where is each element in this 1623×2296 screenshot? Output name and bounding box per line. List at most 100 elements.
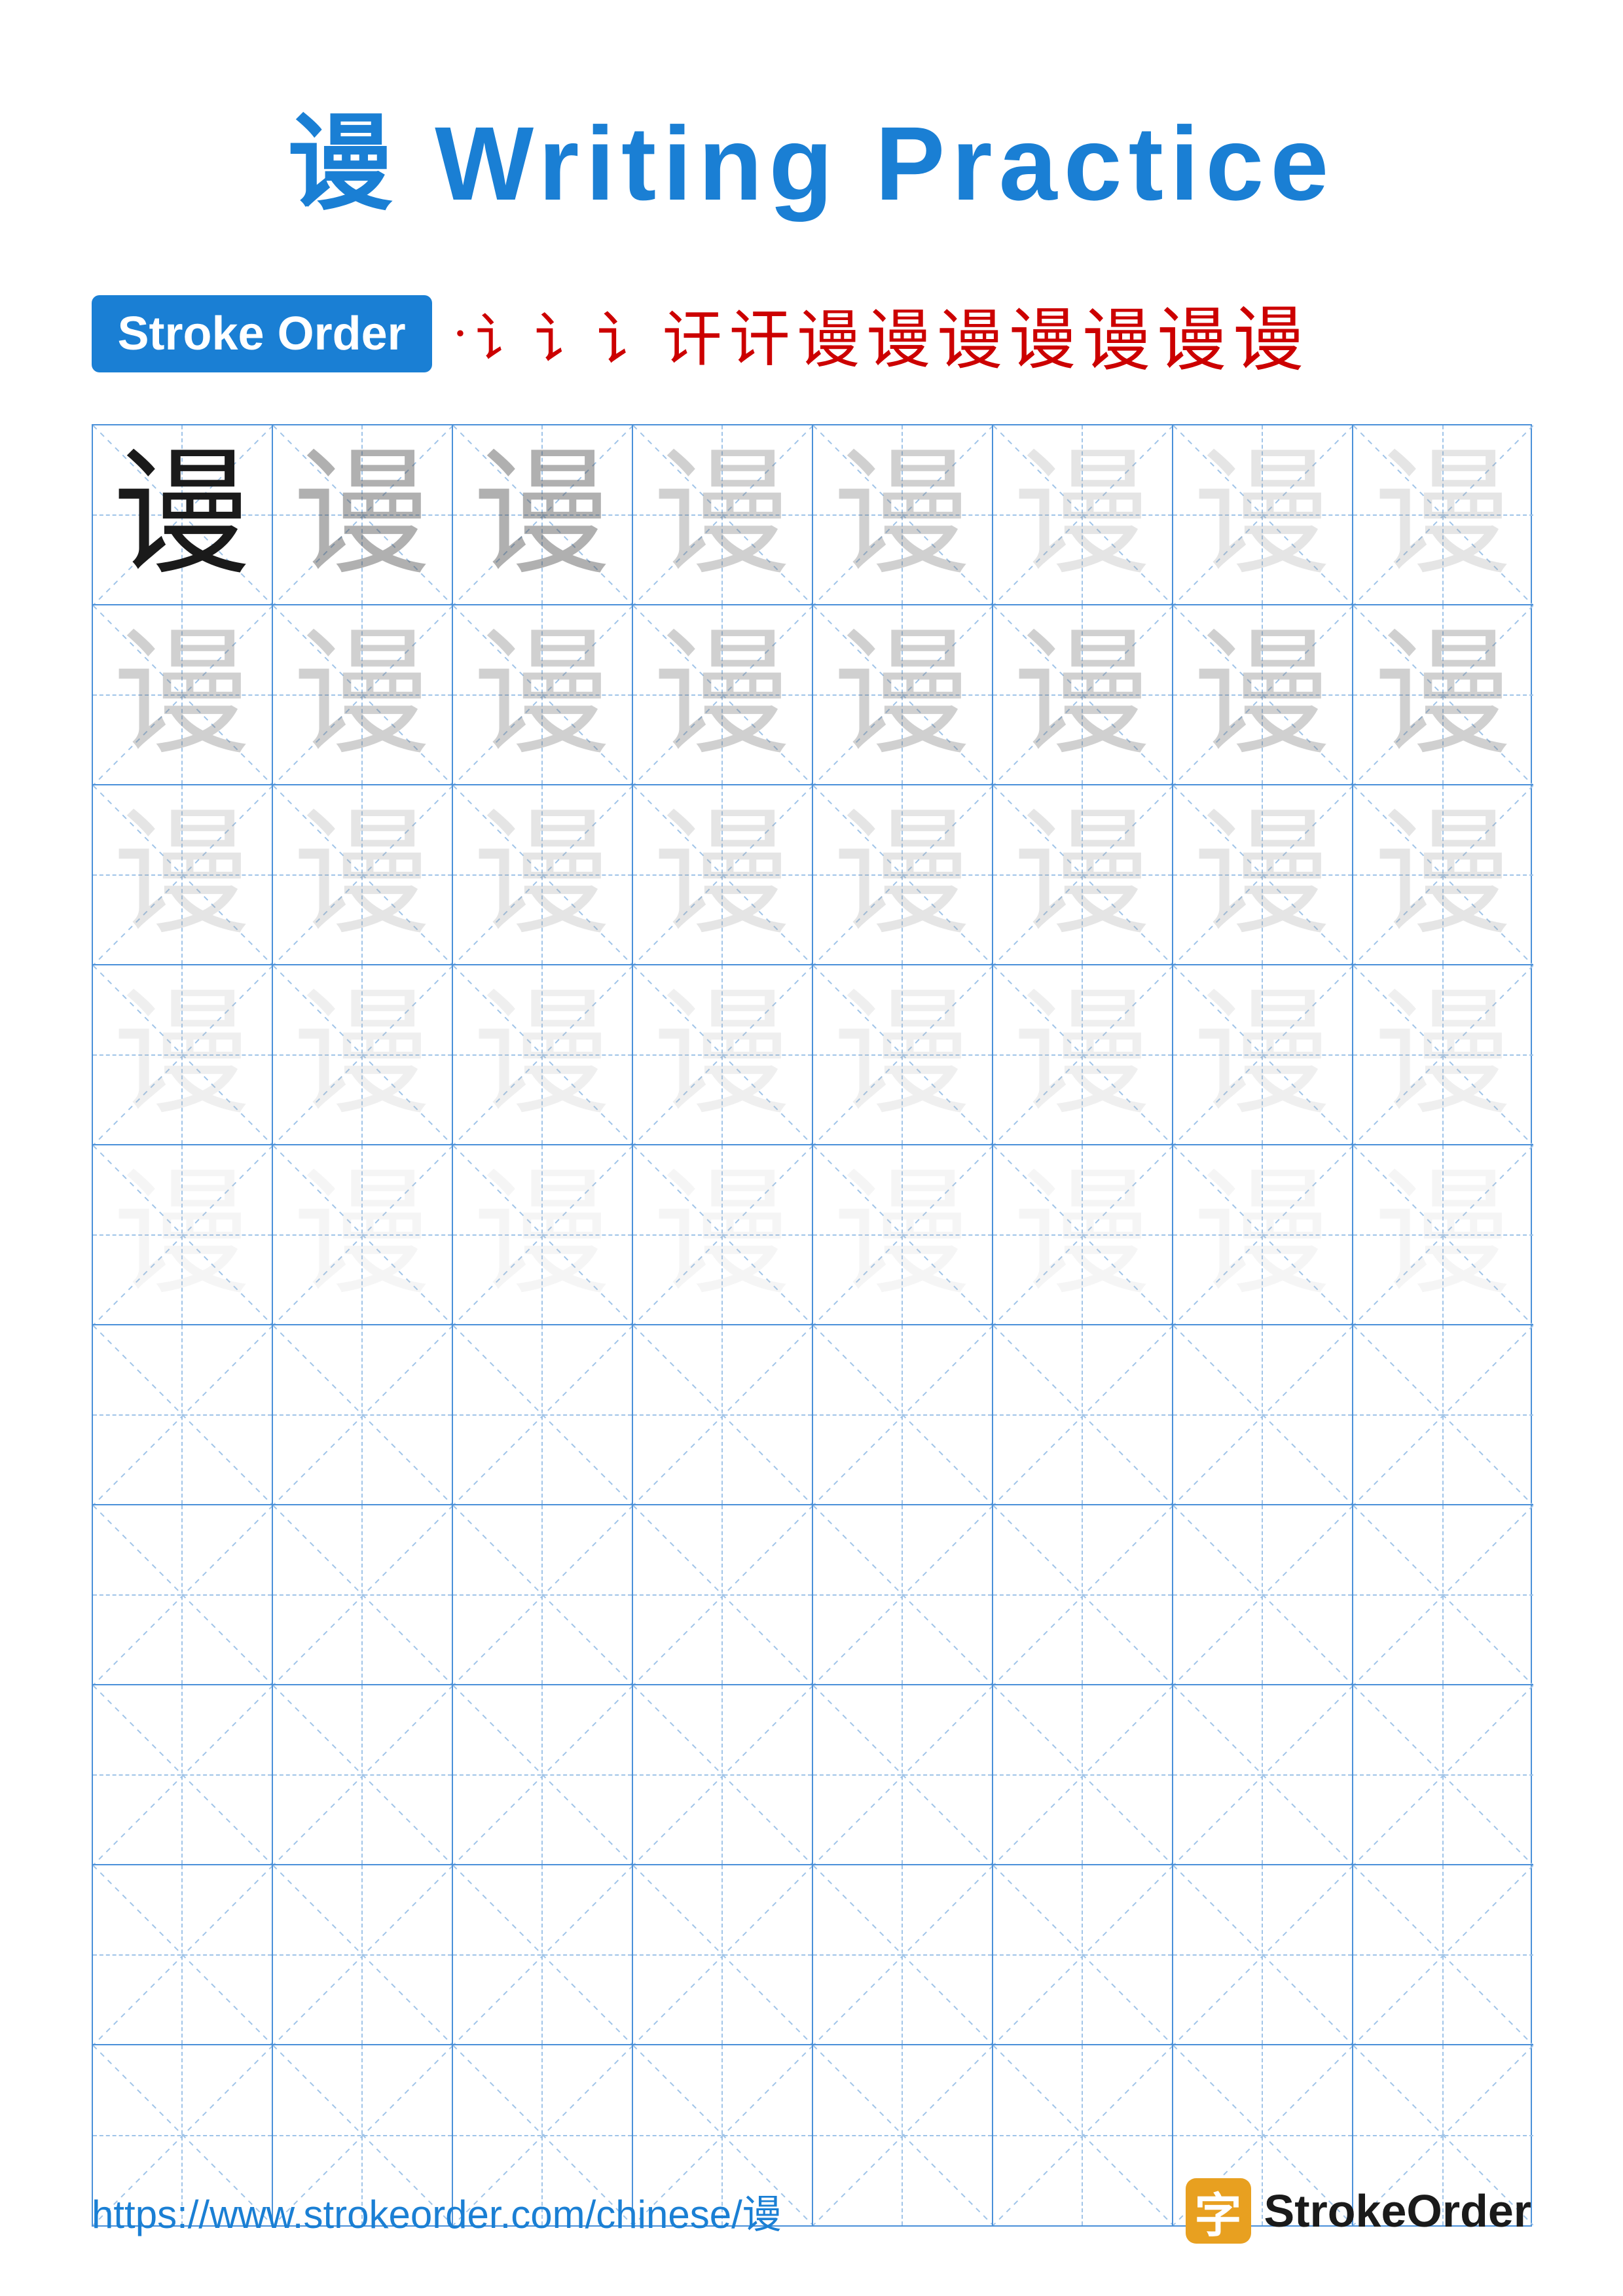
grid-cell[interactable]: 谩 bbox=[93, 1145, 273, 1325]
grid-cell[interactable]: 谩 bbox=[453, 965, 633, 1145]
grid-cell[interactable]: 谩 bbox=[93, 425, 273, 605]
grid-cell[interactable] bbox=[93, 1865, 273, 2045]
grid-cell[interactable]: 谩 bbox=[633, 965, 813, 1145]
brand-name: StrokeOrder bbox=[1264, 2185, 1531, 2237]
grid-cell[interactable] bbox=[93, 1685, 273, 1865]
practice-char: 谩 bbox=[1013, 806, 1151, 944]
practice-char: 谩 bbox=[1374, 446, 1512, 584]
practice-char: 谩 bbox=[113, 626, 251, 764]
grid-cell[interactable] bbox=[273, 1505, 453, 1685]
practice-char: 谩 bbox=[473, 1166, 611, 1304]
grid-cell[interactable]: 谩 bbox=[93, 785, 273, 965]
grid-cell[interactable]: 谩 bbox=[1173, 605, 1353, 785]
page-title: 谩 Writing Practice bbox=[288, 79, 1336, 230]
grid-cell[interactable] bbox=[93, 1325, 273, 1505]
grid-cell[interactable]: 谩 bbox=[1353, 605, 1533, 785]
grid-cell[interactable]: 谩 bbox=[273, 1145, 453, 1325]
grid-cell[interactable] bbox=[453, 1325, 633, 1505]
stroke-7: 谩 bbox=[797, 289, 860, 380]
grid-cell[interactable] bbox=[1353, 1865, 1533, 2045]
grid-cell[interactable] bbox=[633, 1505, 813, 1685]
grid-cell[interactable] bbox=[1353, 1325, 1533, 1505]
grid-cell[interactable] bbox=[813, 1325, 993, 1505]
grid-cell[interactable] bbox=[1173, 1865, 1353, 2045]
title-char: 谩 Writing Practice bbox=[288, 105, 1336, 222]
grid-cell[interactable] bbox=[633, 1685, 813, 1865]
practice-char: 谩 bbox=[1194, 626, 1331, 764]
grid-cell[interactable]: 谩 bbox=[453, 605, 633, 785]
grid-cell[interactable]: 谩 bbox=[993, 425, 1173, 605]
grid-cell[interactable]: 谩 bbox=[993, 785, 1173, 965]
grid-cell[interactable] bbox=[1173, 1325, 1353, 1505]
grid-cell[interactable]: 谩 bbox=[273, 605, 453, 785]
grid-cell[interactable]: 谩 bbox=[1173, 1145, 1353, 1325]
grid-cell[interactable]: 谩 bbox=[273, 425, 453, 605]
grid-cell[interactable] bbox=[1173, 1685, 1353, 1865]
practice-char: 谩 bbox=[833, 626, 971, 764]
grid-cell[interactable] bbox=[273, 1325, 453, 1505]
grid-cell[interactable]: 谩 bbox=[1353, 1145, 1533, 1325]
footer-url[interactable]: https://www.strokeorder.com/chinese/谩 bbox=[92, 2183, 782, 2240]
grid-cell[interactable] bbox=[93, 1505, 273, 1685]
grid-cell[interactable]: 谩 bbox=[633, 785, 813, 965]
grid-cell[interactable]: 谩 bbox=[273, 965, 453, 1145]
grid-cell[interactable]: 谩 bbox=[813, 425, 993, 605]
grid-cell[interactable]: 谩 bbox=[633, 1145, 813, 1325]
practice-char: 谩 bbox=[653, 1166, 791, 1304]
grid-cell[interactable]: 谩 bbox=[453, 785, 633, 965]
grid-cell[interactable] bbox=[1173, 1505, 1353, 1685]
grid-cell[interactable]: 谩 bbox=[1173, 785, 1353, 965]
practice-char: 谩 bbox=[473, 446, 611, 584]
grid-cell[interactable] bbox=[1353, 1505, 1533, 1685]
grid-cell[interactable]: 谩 bbox=[273, 785, 453, 965]
grid-cell[interactable]: 谩 bbox=[453, 1145, 633, 1325]
grid-cell[interactable] bbox=[453, 1865, 633, 2045]
footer: https://www.strokeorder.com/chinese/谩 字 … bbox=[0, 2178, 1623, 2244]
grid-cell[interactable]: 谩 bbox=[633, 605, 813, 785]
grid-cell[interactable]: 谩 bbox=[813, 785, 993, 965]
practice-char: 谩 bbox=[1194, 1166, 1331, 1304]
grid-cell[interactable] bbox=[633, 1865, 813, 2045]
grid-row-4: 谩 谩 谩 谩 谩 谩 谩 bbox=[93, 965, 1531, 1145]
grid-cell[interactable]: 谩 bbox=[93, 605, 273, 785]
grid-cell[interactable]: 谩 bbox=[93, 965, 273, 1145]
practice-char: 谩 bbox=[653, 446, 791, 584]
grid-cell[interactable]: 谩 bbox=[813, 1145, 993, 1325]
grid-cell[interactable]: 谩 bbox=[993, 605, 1173, 785]
practice-char: 谩 bbox=[293, 986, 431, 1124]
grid-cell[interactable]: 谩 bbox=[1353, 425, 1533, 605]
grid-cell[interactable] bbox=[813, 1865, 993, 2045]
grid-cell[interactable]: 谩 bbox=[1173, 425, 1353, 605]
grid-cell[interactable]: 谩 bbox=[1353, 965, 1533, 1145]
grid-cell[interactable]: 谩 bbox=[1353, 785, 1533, 965]
grid-cell[interactable]: 谩 bbox=[633, 425, 813, 605]
grid-cell[interactable] bbox=[813, 1505, 993, 1685]
stroke-9: 谩 bbox=[937, 287, 1002, 382]
grid-cell[interactable]: 谩 bbox=[1173, 965, 1353, 1145]
practice-char: 谩 bbox=[833, 446, 971, 584]
grid-cell[interactable]: 谩 bbox=[993, 965, 1173, 1145]
grid-cell[interactable] bbox=[813, 1685, 993, 1865]
practice-char: 谩 bbox=[1013, 626, 1151, 764]
stroke-order-badge: Stroke Order bbox=[92, 295, 432, 372]
stroke-12: 谩 bbox=[1157, 283, 1226, 384]
grid-cell[interactable] bbox=[1353, 1685, 1533, 1865]
grid-cell[interactable]: 谩 bbox=[993, 1145, 1173, 1325]
grid-cell[interactable]: 谩 bbox=[453, 425, 633, 605]
stroke-order-row: Stroke Order · 讠 讠 讠 讦 讦 谩 谩 谩 谩 谩 谩 谩 bbox=[92, 283, 1532, 385]
grid-cell[interactable] bbox=[993, 1865, 1173, 2045]
brand-icon: 字 bbox=[1186, 2178, 1251, 2244]
grid-cell[interactable] bbox=[993, 1685, 1173, 1865]
stroke-6: 讦 bbox=[729, 289, 790, 378]
grid-cell[interactable] bbox=[273, 1865, 453, 2045]
grid-cell[interactable] bbox=[993, 1325, 1173, 1505]
practice-char: 谩 bbox=[293, 806, 431, 944]
grid-cell[interactable] bbox=[993, 1505, 1173, 1685]
grid-cell[interactable]: 谩 bbox=[813, 965, 993, 1145]
grid-cell[interactable]: 谩 bbox=[813, 605, 993, 785]
grid-cell[interactable] bbox=[453, 1685, 633, 1865]
practice-char: 谩 bbox=[113, 1166, 251, 1304]
grid-cell[interactable] bbox=[453, 1505, 633, 1685]
grid-cell[interactable] bbox=[273, 1685, 453, 1865]
grid-cell[interactable] bbox=[633, 1325, 813, 1505]
